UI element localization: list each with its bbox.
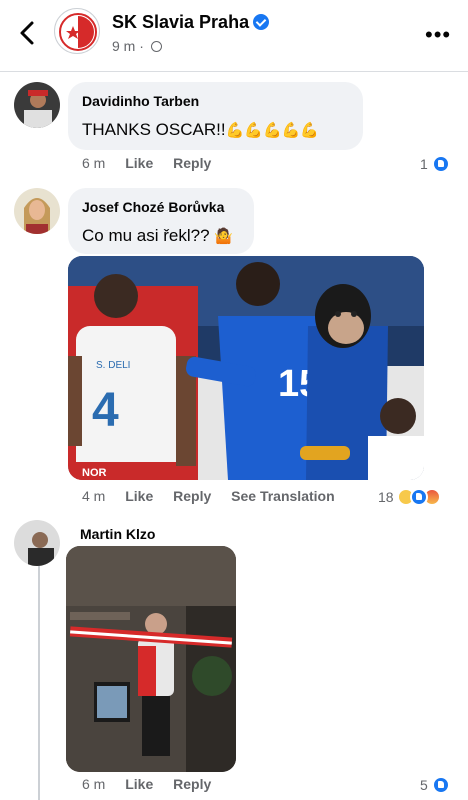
comment-author[interactable]: Josef Chozé Borůvka (82, 199, 224, 215)
page-name[interactable]: SK Slavia Praha (112, 12, 249, 33)
football-photo: S. DELI 4 NOR 15 (68, 256, 424, 480)
back-arrow-icon[interactable] (14, 18, 40, 48)
like-reaction-icon (431, 776, 450, 794)
avatar-photo (14, 520, 60, 566)
avatar-photo (14, 82, 60, 128)
avatar[interactable] (14, 188, 60, 234)
comment-time: 4 m (82, 488, 106, 504)
slavia-logo-icon (59, 13, 97, 51)
comment-author[interactable]: Martin Klzo (80, 526, 155, 542)
comment-photo[interactable] (66, 546, 236, 772)
comment-actions: 4 m Like Reply See Translation (82, 488, 351, 504)
like-button[interactable]: Like (125, 155, 153, 171)
shirt-name: S. DELI (96, 360, 130, 371)
comment-photo[interactable]: S. DELI 4 NOR 15 (68, 256, 424, 480)
avatar[interactable] (14, 520, 60, 566)
like-button[interactable]: Like (125, 776, 153, 792)
reaction-count: 5 (420, 777, 428, 793)
reply-button[interactable]: Reply (173, 488, 211, 504)
comment-time: 6 m (82, 155, 106, 171)
fan-photo (66, 546, 236, 772)
reaction-count: 1 (420, 156, 428, 172)
shirt-number: 4 (92, 384, 119, 437)
more-options-icon[interactable]: ••• (425, 22, 451, 48)
comment-text: Co mu asi řekl?? 🤷 (82, 226, 233, 246)
sponsor-text: NOR (82, 467, 107, 479)
comment-actions: 6 m Like Reply (82, 155, 227, 171)
comment-text-body: THANKS OSCAR!! (82, 120, 226, 139)
reaction-summary[interactable]: 1 (420, 155, 450, 173)
like-button[interactable]: Like (125, 488, 153, 504)
thread-line (38, 560, 40, 800)
verified-badge-icon (253, 14, 269, 30)
post-time-value: 9 m (112, 38, 136, 54)
reply-button[interactable]: Reply (173, 776, 211, 792)
comment-author[interactable]: Davidinho Tarben (82, 93, 199, 109)
reply-button[interactable]: Reply (173, 155, 211, 171)
comment-emoji: 🤷 (214, 228, 233, 245)
reaction-summary[interactable]: 5 (420, 776, 450, 794)
comment-text: THANKS OSCAR!!💪💪💪💪💪 (82, 120, 319, 140)
post-timestamp: 9 m · (112, 38, 162, 54)
comment-time: 6 m (82, 776, 106, 792)
reaction-count: 18 (378, 489, 394, 505)
like-reaction-icon (431, 155, 450, 173)
time-separator: · (139, 38, 144, 54)
see-translation-button[interactable]: See Translation (231, 488, 334, 504)
globe-icon (150, 41, 162, 52)
comment-actions: 6 m Like Reply (82, 776, 227, 792)
comment-text-body: Co mu asi řekl?? (82, 226, 210, 245)
comment-emoji: 💪💪💪💪💪 (225, 122, 319, 139)
post-header: SK Slavia Praha 9 m · ••• (0, 0, 468, 72)
reaction-summary[interactable]: 18 (378, 488, 442, 506)
avatar[interactable] (14, 82, 60, 128)
page-avatar[interactable] (54, 8, 100, 54)
avatar-photo (14, 188, 60, 234)
